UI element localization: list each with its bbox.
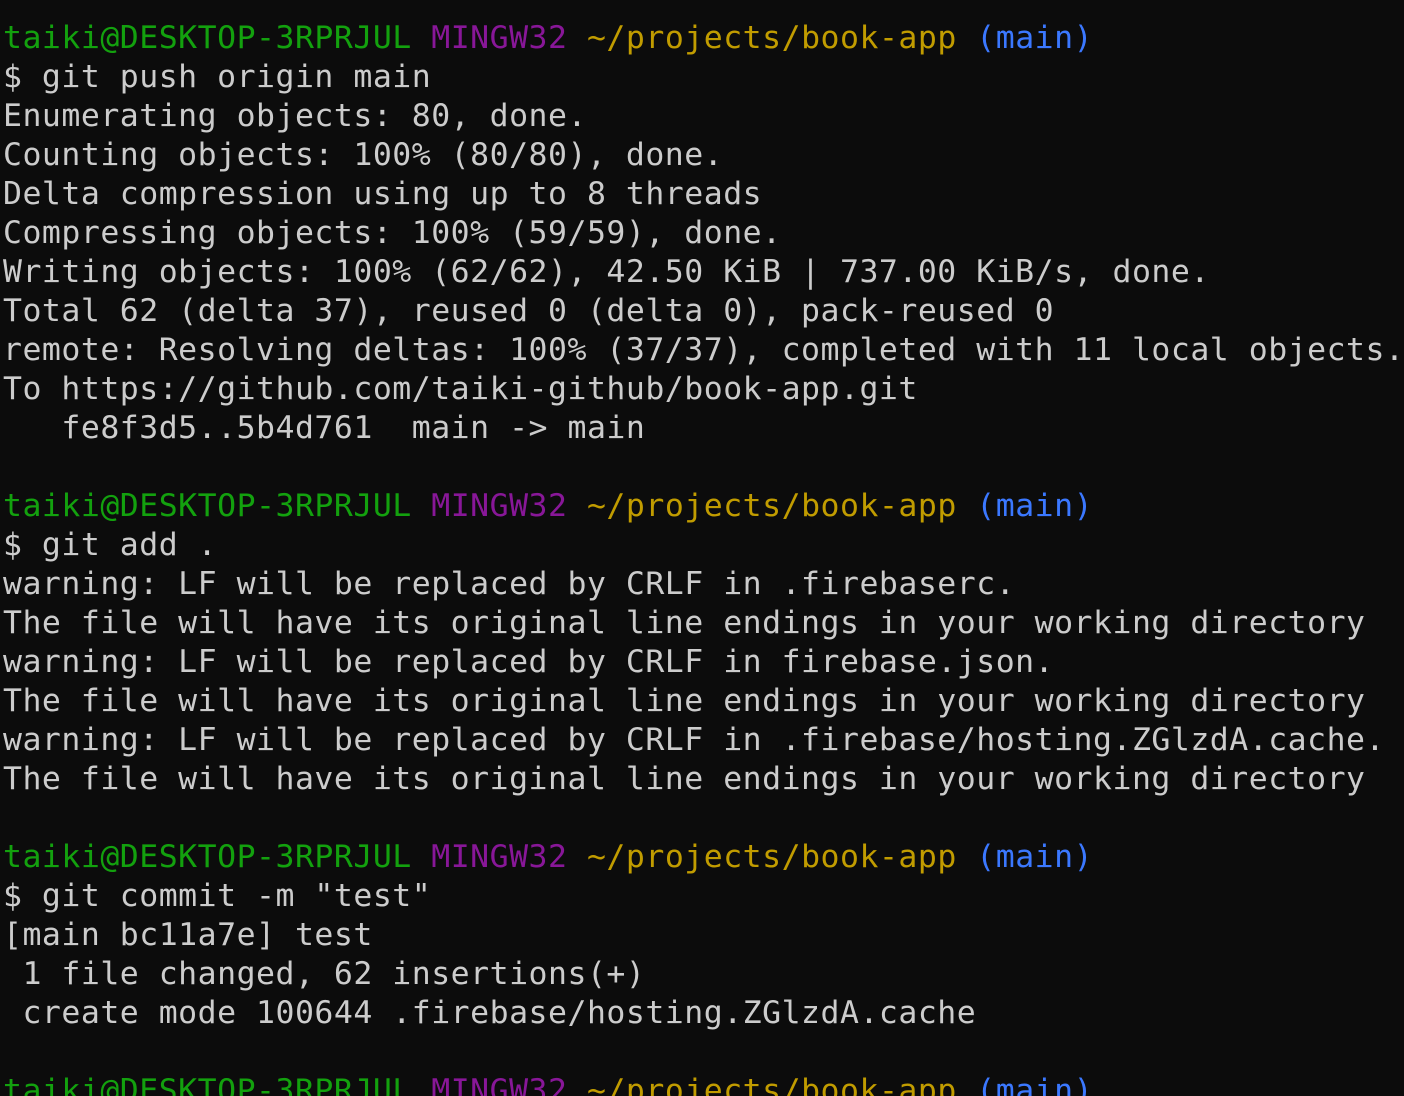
prompt-branch: (main)	[976, 1073, 1094, 1096]
output-line: warning: LF will be replaced by CRLF in …	[3, 722, 1385, 758]
prompt-line: taiki@DESKTOP-3RPRJUL MINGW32 ~/projects…	[3, 19, 1404, 58]
command-line: $ git add .	[3, 527, 218, 563]
prompt-env: MINGW32	[431, 1073, 568, 1096]
output-line: warning: LF will be replaced by CRLF in …	[3, 644, 1055, 680]
prompt-line: taiki@DESKTOP-3RPRJUL MINGW32 ~/projects…	[3, 838, 1404, 877]
prompt-env: MINGW32	[431, 839, 568, 875]
output-line: Delta compression using up to 8 threads	[3, 176, 763, 212]
prompt-path: ~/projects/book-app	[586, 839, 957, 875]
command-line: $ git commit -m "test"	[3, 878, 432, 914]
command-line: $ git push origin main	[3, 59, 432, 95]
prompt-user-host: taiki@DESKTOP-3RPRJUL	[3, 488, 412, 524]
prompt-branch: (main)	[976, 839, 1094, 875]
output-line: The file will have its original line end…	[3, 761, 1366, 797]
prompt-env: MINGW32	[431, 488, 568, 524]
terminal-window[interactable]: taiki@DESKTOP-3RPRJUL MINGW32 ~/projects…	[0, 0, 1404, 1096]
output-line: The file will have its original line end…	[3, 683, 1366, 719]
output-line: remote: Resolving deltas: 100% (37/37), …	[3, 332, 1404, 368]
prompt-path: ~/projects/book-app	[586, 20, 957, 56]
output-line: 1 file changed, 62 insertions(+)	[3, 956, 646, 992]
output-line: fe8f3d5..5b4d761 main -> main	[3, 410, 646, 446]
output-line: Enumerating objects: 80, done.	[3, 98, 587, 134]
prompt-line: taiki@DESKTOP-3RPRJUL MINGW32 ~/projects…	[3, 487, 1404, 526]
output-line: Writing objects: 100% (62/62), 42.50 KiB…	[3, 254, 1210, 290]
prompt-user-host: taiki@DESKTOP-3RPRJUL	[3, 839, 412, 875]
output-line: The file will have its original line end…	[3, 605, 1366, 641]
prompt-user-host: taiki@DESKTOP-3RPRJUL	[3, 20, 412, 56]
output-line: Total 62 (delta 37), reused 0 (delta 0),…	[3, 293, 1055, 329]
prompt-path: ~/projects/book-app	[586, 488, 957, 524]
prompt-branch: (main)	[976, 20, 1094, 56]
prompt-line: taiki@DESKTOP-3RPRJUL MINGW32 ~/projects…	[3, 1072, 1404, 1096]
prompt-branch: (main)	[976, 488, 1094, 524]
prompt-user-host: taiki@DESKTOP-3RPRJUL	[3, 1073, 412, 1096]
output-line: Counting objects: 100% (80/80), done.	[3, 137, 724, 173]
output-line: Compressing objects: 100% (59/59), done.	[3, 215, 782, 251]
prompt-env: MINGW32	[431, 20, 568, 56]
output-line: [main bc11a7e] test	[3, 917, 373, 953]
output-line: create mode 100644 .firebase/hosting.ZGl…	[3, 995, 977, 1031]
prompt-path: ~/projects/book-app	[586, 1073, 957, 1096]
output-line: To https://github.com/taiki-github/book-…	[3, 371, 918, 407]
output-line: warning: LF will be replaced by CRLF in …	[3, 566, 1016, 602]
